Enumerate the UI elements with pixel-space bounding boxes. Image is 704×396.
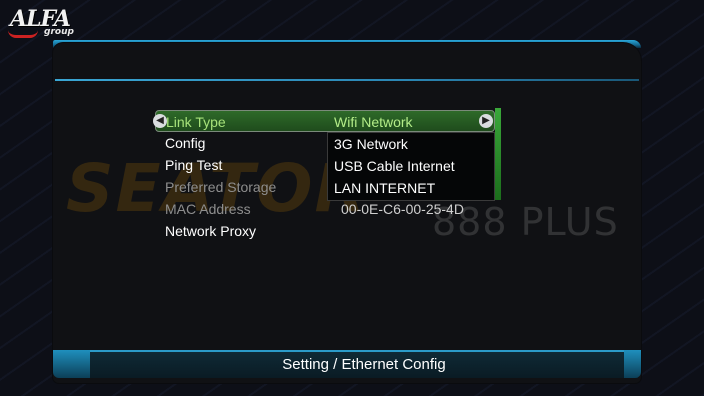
menu-item-link-type[interactable]: ◀ Link Type Wifi Network ▶ xyxy=(153,110,495,132)
menu-item-value: Wifi Network xyxy=(334,114,413,130)
menu-item-network-proxy[interactable]: Network Proxy xyxy=(155,220,495,242)
menu-item-label: Preferred Storage xyxy=(165,179,277,195)
header-divider xyxy=(55,79,639,81)
footer-title: Setting / Ethernet Config xyxy=(282,356,446,373)
logo-subtext: group xyxy=(44,27,74,37)
logo-swoosh xyxy=(8,30,38,38)
dropdown-option-3g[interactable]: 3G Network xyxy=(334,133,408,155)
arrow-right-icon[interactable]: ▶ xyxy=(479,114,493,128)
menu-item-label: MAC Address xyxy=(165,201,251,217)
alfa-group-logo: ALFA group xyxy=(8,6,78,42)
footer-accent-left xyxy=(53,350,91,378)
menu-item-label: Network Proxy xyxy=(165,223,257,239)
menu-item-label: Link Type xyxy=(166,114,226,130)
dropdown-option-lan[interactable]: LAN INTERNET xyxy=(334,177,435,199)
arrow-left-icon[interactable]: ◀ xyxy=(153,114,167,128)
selection-scroll-indicator xyxy=(495,108,501,200)
footer-accent-right xyxy=(624,350,641,378)
mac-address-value: 00-0E-C6-00-25-4D xyxy=(341,201,464,217)
menu-item-mac-address[interactable]: MAC Address 00-0E-C6-00-25-4D xyxy=(155,198,495,220)
link-type-dropdown[interactable]: 3G Network USB Cable Internet LAN INTERN… xyxy=(327,132,495,201)
footer-bar: Setting / Ethernet Config xyxy=(90,350,638,378)
dropdown-option-usb[interactable]: USB Cable Internet xyxy=(334,155,455,177)
menu-item-label: Config xyxy=(165,135,206,151)
menu-item-label: Ping Test xyxy=(165,157,223,173)
